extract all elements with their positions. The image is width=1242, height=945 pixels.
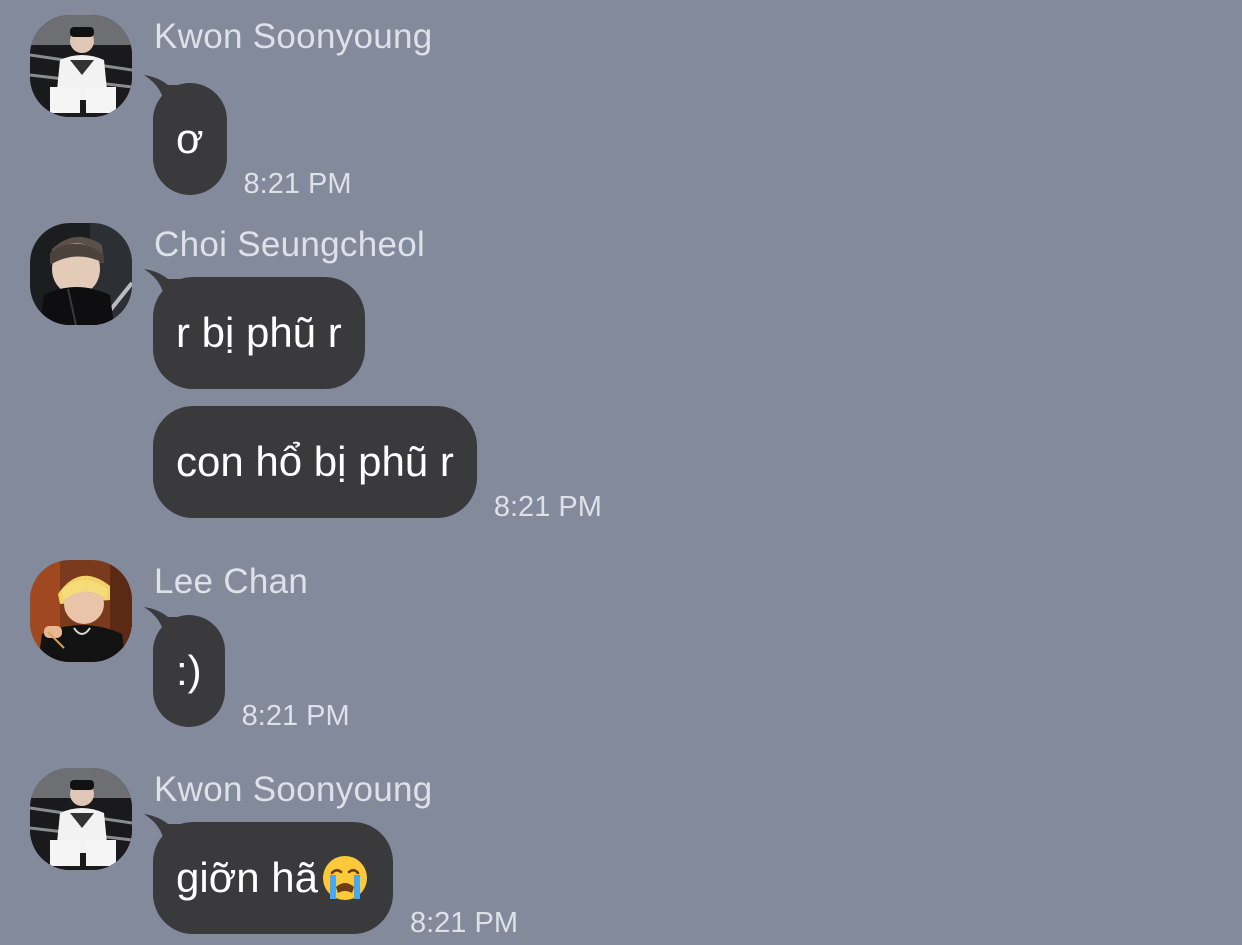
sender-name: Kwon Soonyoung <box>154 770 433 809</box>
avatar-photo <box>30 223 132 325</box>
bubble-tail <box>144 269 184 305</box>
avatar-photo <box>30 560 132 662</box>
message-row: giỡn hã 8:21 PM <box>144 814 518 939</box>
sender-name: Lee Chan <box>154 562 309 601</box>
message-bubble[interactable]: con hổ bị phũ r <box>153 406 477 518</box>
avatar[interactable] <box>30 768 132 870</box>
message-bubble[interactable]: r bị phũ r <box>144 269 365 389</box>
bubble-tail <box>144 607 184 643</box>
loudly-crying-face-icon <box>322 856 367 900</box>
message-text: r bị phũ r <box>176 309 342 356</box>
message-timestamp: 8:21 PM <box>409 907 518 939</box>
message-bubble[interactable]: :) <box>144 607 225 727</box>
message-text: giỡn hã <box>176 854 318 901</box>
message-text: con hổ bị phũ r <box>176 438 454 485</box>
message-row: r bị phũ r <box>144 269 365 389</box>
message-timestamp: 8:21 PM <box>243 168 352 200</box>
avatar-photo <box>30 15 132 117</box>
bubble-tail <box>144 75 184 111</box>
message-text: :) <box>176 647 202 694</box>
message-row: ơ 8:21 PM <box>144 75 352 200</box>
avatar[interactable] <box>30 223 132 325</box>
message-bubble[interactable]: ơ <box>144 75 227 195</box>
chat-thread[interactable]: Kwon Soonyoung ơ 8:21 PM Choi Seungcheol <box>0 0 1242 945</box>
avatar[interactable] <box>30 560 132 662</box>
message-timestamp: 8:21 PM <box>493 491 602 523</box>
message-row: :) 8:21 PM <box>144 607 350 732</box>
avatar-photo <box>30 768 132 870</box>
message-timestamp: 8:21 PM <box>241 700 350 732</box>
avatar[interactable] <box>30 15 132 117</box>
sender-name: Choi Seungcheol <box>154 225 426 264</box>
message-text: ơ <box>176 115 204 162</box>
message-row: con hổ bị phũ r 8:21 PM <box>153 406 602 523</box>
sender-name: Kwon Soonyoung <box>154 17 433 56</box>
bubble-tail <box>144 814 184 850</box>
message-bubble[interactable]: giỡn hã <box>144 814 393 934</box>
